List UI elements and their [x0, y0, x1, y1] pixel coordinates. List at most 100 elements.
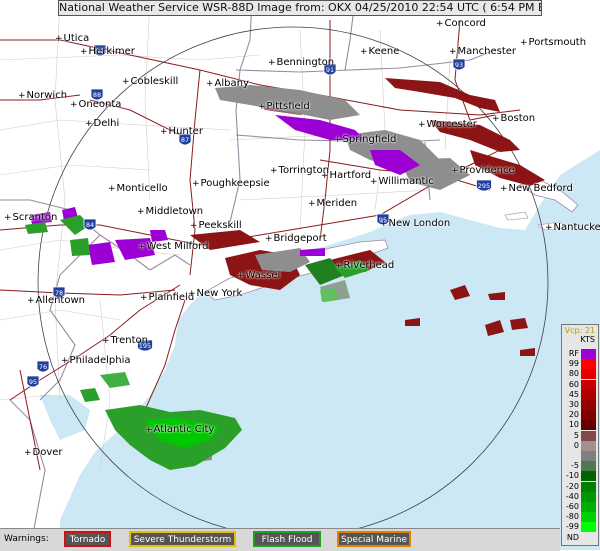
legend-label: ND	[566, 532, 579, 542]
legend-swatch	[581, 369, 596, 380]
city-label-scranton: Scranton	[4, 212, 58, 224]
svg-text:88: 88	[93, 91, 101, 99]
legend-label: RF	[568, 349, 579, 358]
legend-label: 80	[568, 369, 579, 379]
city-label-worcester: Worcester	[418, 119, 477, 131]
city-label-delhi: Delhi	[85, 118, 120, 130]
warning-tornado-button[interactable]: Tornado	[64, 531, 111, 547]
legend-label: -80	[565, 512, 579, 522]
radar-map: 90919388878495781952957695	[0, 0, 600, 550]
svg-text:295: 295	[478, 182, 490, 190]
warnings-bar: Warnings: Tornado Severe Thunderstorm Flas…	[0, 528, 560, 551]
legend-label: -40	[565, 491, 579, 501]
legend-swatch	[581, 349, 596, 359]
city-label-meriden: Meriden	[308, 198, 358, 210]
legend-label: -99	[565, 522, 579, 532]
warning-special-marine-button[interactable]: Special Marine	[337, 531, 411, 547]
city-label-poughkeepsie: Poughkeepsie	[192, 178, 270, 190]
legend-row: 30	[564, 400, 598, 410]
legend-swatch	[581, 532, 596, 543]
warning-severe-thunderstorm-button[interactable]: Severe Thunderstorm	[129, 531, 236, 547]
svg-text:76: 76	[39, 363, 47, 371]
legend-swatch	[581, 389, 596, 400]
vcp-label: Vcp: 21	[564, 326, 595, 335]
city-label-oneonta: Oneonta	[70, 99, 122, 111]
city-label-nantucket: Nantucket	[545, 222, 600, 234]
legend-label: 60	[568, 379, 579, 389]
city-label-hunter: Hunter	[160, 126, 203, 138]
legend-swatch	[581, 359, 596, 370]
legend-row: -5	[564, 461, 598, 472]
interstate-shield-icon: 84	[83, 218, 97, 231]
legend-swatch	[581, 451, 596, 461]
legend-row: RF	[564, 349, 598, 359]
city-label-willimantic: Willimantic	[370, 176, 434, 188]
city-label-wassel: Wassel	[237, 270, 281, 282]
legend-label: 10	[568, 420, 579, 430]
legend-swatch	[581, 461, 596, 472]
legend-swatch	[581, 400, 596, 410]
city-label-utica: Utica	[55, 33, 90, 45]
city-label-new-london: New London	[380, 218, 451, 230]
city-label-atlantic-city: Atlantic City	[145, 424, 215, 436]
city-label-pittsfield: Pittsfield	[258, 101, 310, 113]
legend-label: 99	[568, 359, 579, 369]
city-label-middletown: Middletown	[137, 206, 204, 218]
svg-text:95: 95	[29, 378, 37, 386]
legend-label: -60	[565, 502, 579, 511]
legend-row	[564, 451, 598, 461]
city-label-concord: Concord	[436, 18, 486, 30]
city-label-portsmouth: Portsmouth	[520, 37, 587, 49]
legend-label: 45	[568, 389, 579, 399]
legend-row: 45	[564, 389, 598, 400]
legend-label: -20	[565, 481, 579, 491]
legend-swatch	[581, 491, 596, 502]
legend-row: -20	[564, 481, 598, 492]
svg-text:84: 84	[86, 221, 94, 229]
legend-swatch	[581, 440, 596, 451]
legend-row: -40	[564, 491, 598, 502]
city-label-manchester: Manchester	[449, 46, 516, 58]
city-label-trenton: Trenton	[102, 335, 148, 347]
legend-swatch	[581, 522, 596, 533]
legend-label: 5	[573, 430, 579, 440]
legend-row: 99	[564, 359, 598, 370]
units-label: KTS	[580, 335, 595, 344]
interstate-shield-icon: 295	[476, 179, 492, 192]
legend-label: 0	[573, 440, 579, 450]
svg-text:93: 93	[455, 61, 463, 69]
interstate-shield-icon: 76	[36, 360, 50, 373]
city-label-albany: Albany	[206, 78, 249, 90]
legend-swatch	[581, 471, 596, 482]
warning-flash-flood-button[interactable]: Flash Flood	[253, 531, 321, 547]
city-label-herkimer: Herkimer	[80, 46, 135, 58]
city-label-cobleskill: Cobleskill	[122, 76, 179, 88]
city-label-peekskill: Peekskill	[190, 220, 242, 232]
legend-row: 20	[564, 410, 598, 421]
city-label-norwich: Norwich	[18, 90, 68, 102]
legend-swatch	[581, 379, 596, 390]
city-label-monticello: Monticello	[108, 183, 168, 195]
city-label-plainfield: Plainfield	[140, 292, 195, 304]
legend-row: ND	[564, 532, 598, 543]
legend-row: -60	[564, 502, 598, 512]
legend-row: 80	[564, 369, 598, 380]
legend-swatch	[581, 502, 596, 512]
legend-swatch	[581, 512, 596, 523]
legend-row: 5	[564, 430, 598, 441]
city-label-hartford: Hartford	[321, 170, 372, 182]
velocity-legend: Vcp: 21 KTS RF 99 80 60 45 30 20 10 5 0 -5 -10 -20 -4…	[561, 324, 599, 546]
legend-row: 10	[564, 420, 598, 431]
legend-swatch	[581, 481, 596, 492]
interstate-shield-icon: 93	[452, 58, 466, 71]
legend-label: 20	[568, 410, 579, 420]
city-label-new-york: New York	[188, 288, 243, 300]
city-label-new-bedford: New Bedford	[500, 183, 573, 195]
legend-label: 30	[568, 400, 579, 409]
city-label-philadelphia: Philadelphia	[61, 355, 131, 367]
city-label-providence: Providence	[451, 165, 515, 177]
page-title: National Weather Service WSR-88D Image f…	[58, 0, 542, 16]
city-label-keene: Keene	[360, 46, 400, 58]
legend-label: -5	[571, 461, 579, 471]
city-label-allentown: Allentown	[27, 295, 85, 307]
